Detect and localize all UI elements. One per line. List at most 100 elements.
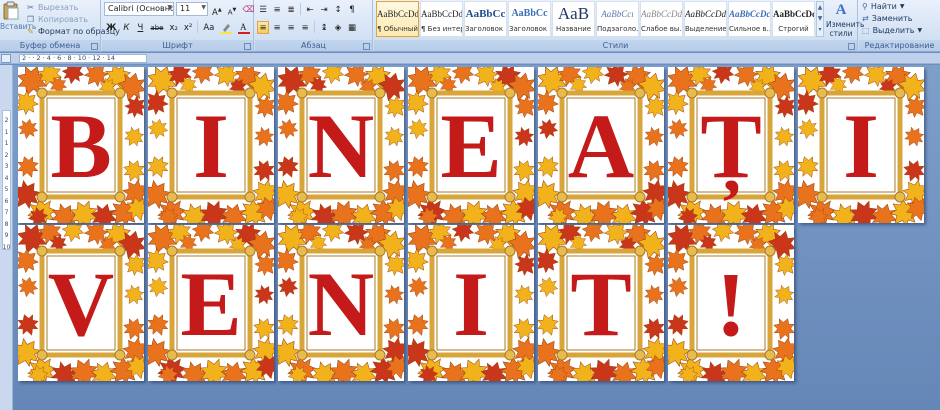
copy-button[interactable]: ❐ Копировать [26, 14, 88, 25]
letter-page[interactable]: T [538, 225, 664, 381]
frame-ornament [426, 87, 438, 99]
tab-selector[interactable] [1, 54, 11, 63]
horizontal-ruler[interactable]: 2 · · 2 · 4 · 6 · 8 · 10 · 12 · 14 [0, 53, 940, 64]
frame-ornament [634, 349, 646, 361]
paste-button[interactable]: Вставить [0, 0, 36, 40]
decrease-indent-icon[interactable]: ⇤ [304, 3, 316, 16]
style-tile[interactable]: AaBbCcDd Слабое вы... [640, 1, 683, 37]
select-button[interactable]: ⬚ Выделить ▼ [862, 26, 922, 35]
ruler-number: 5 [4, 186, 9, 193]
line-spacing-icon[interactable]: ↨ [318, 21, 330, 34]
font-size-combo[interactable]: 11 ▼ [176, 2, 208, 16]
frame-ornament [764, 349, 776, 361]
replace-button[interactable]: ⇄ Заменить [862, 14, 913, 23]
letter-page[interactable]: B [18, 67, 144, 223]
cut-button[interactable]: ✂ Вырезать [26, 2, 78, 13]
style-preview: AaB [557, 4, 590, 23]
select-icon: ⬚ [862, 26, 870, 35]
show-marks-button[interactable]: ¶ [346, 3, 358, 16]
styles-gallery-scroll[interactable]: ▲ ▼ ▾ [816, 1, 824, 37]
style-tile[interactable]: AaB Название [552, 1, 595, 37]
align-right-icon[interactable]: ≡ [285, 21, 297, 34]
increase-indent-icon[interactable]: ⇥ [318, 3, 330, 16]
frame-ornament [114, 349, 126, 361]
change-styles-button[interactable]: A Изменить стили [826, 2, 864, 38]
styles-group-label: Стили [374, 40, 857, 51]
font-family-combo[interactable]: Calibri (Основной тек ▼ [104, 2, 174, 16]
style-name: Заголовок 2 [509, 25, 551, 33]
style-tile[interactable]: AaBbCcDc Сильное в... [728, 1, 771, 37]
justify-icon[interactable]: ≡ [299, 21, 311, 34]
letter-page[interactable]: Ț [668, 67, 794, 223]
underline-button[interactable]: Ч [134, 21, 146, 34]
letter-page[interactable]: N [278, 225, 404, 381]
shading-icon[interactable]: ◈ [332, 21, 344, 34]
strikethrough-button[interactable]: abe [148, 21, 165, 34]
ruler-number: 7 [4, 209, 9, 216]
style-tile[interactable]: AaBbCcı Подзаголо... [596, 1, 639, 37]
style-preview: AaBbCcDd [421, 9, 463, 19]
multilevel-list-icon[interactable]: ≣ [285, 3, 297, 16]
font-color-button[interactable]: A [236, 21, 252, 34]
sort-icon[interactable]: ↕ [332, 3, 344, 16]
clear-format-icon[interactable]: ⌫ [240, 3, 256, 16]
style-tile[interactable]: AaBbCcDd ¶ Обычный [376, 1, 419, 37]
style-name: ¶ Без интер... [421, 25, 462, 33]
letter-page[interactable]: A [538, 67, 664, 223]
style-preview: AaBbCcDd [685, 9, 726, 19]
align-center-icon[interactable]: ≡ [271, 21, 283, 34]
italic-button[interactable]: К [120, 21, 132, 34]
frame-ornament [296, 245, 308, 257]
styles-dialog-launcher[interactable] [848, 43, 855, 50]
letter-page[interactable]: I [148, 67, 274, 223]
page-letter: E [180, 253, 242, 355]
align-left-icon[interactable]: ≡ [257, 20, 269, 34]
style-tile[interactable]: AaBbCcDd ¶ Без интер... [420, 1, 463, 37]
style-tile[interactable]: AaBbCcDd Выделение [684, 1, 727, 37]
letter-page[interactable]: V [18, 225, 144, 381]
scissors-icon: ✂ [27, 3, 34, 12]
frame-ornament [374, 191, 386, 203]
font-dialog-launcher[interactable] [244, 43, 251, 50]
shrink-font-button[interactable]: A▼ [226, 3, 239, 16]
letter-page[interactable]: I [408, 225, 534, 381]
frame-ornament [166, 245, 178, 257]
ruler-number: 8 [4, 220, 9, 228]
letter-page[interactable]: N [278, 67, 404, 223]
paragraph-dialog-launcher[interactable] [363, 43, 370, 50]
frame-ornament [244, 349, 256, 361]
frame-ornament [686, 349, 698, 361]
page-letter: N [307, 253, 375, 355]
letter-page[interactable]: E [408, 67, 534, 223]
superscript-button[interactable]: x² [182, 21, 194, 34]
bold-button[interactable]: Ж [104, 21, 118, 34]
vertical-ruler-numbers: 2 1 1 2 3 4 5 6 7 8 9 10 [2, 115, 11, 253]
find-button[interactable]: ⚲ Найти ▼ [862, 2, 904, 11]
frame-ornament [374, 87, 386, 99]
frame-ornament [244, 87, 256, 99]
bullets-icon[interactable]: ☰ [257, 3, 269, 16]
highlight-button[interactable] [218, 21, 234, 34]
chevron-down-icon: ▼ [917, 27, 923, 34]
borders-icon[interactable]: ▦ [346, 21, 358, 34]
page-letter: Ț [700, 95, 762, 197]
letter-page[interactable]: E [148, 225, 274, 381]
ruler-number: 6 [4, 197, 9, 205]
frame-ornament [686, 191, 698, 203]
document-canvas[interactable]: B I N E A Ț I V E N I T! [13, 65, 940, 410]
clipboard-dialog-launcher[interactable] [91, 43, 98, 50]
letter-page[interactable]: I [798, 67, 924, 223]
style-tile[interactable]: AaBbCc Заголовок 2 [508, 1, 551, 37]
frame-ornament [426, 349, 438, 361]
frame-ornament [816, 191, 828, 203]
numbering-icon[interactable]: ≡ [271, 3, 283, 16]
grow-font-button[interactable]: A▲ [210, 3, 224, 18]
vertical-ruler[interactable]: 2 1 1 2 3 4 5 6 7 8 9 10 [0, 65, 13, 410]
ruler-number: 2 [4, 151, 9, 159]
letter-page[interactable]: ! [668, 225, 794, 381]
change-case-button[interactable]: Aa [201, 21, 216, 34]
style-tile[interactable]: AaBbCc Заголовок 1 [464, 1, 507, 37]
style-tile[interactable]: AaBbCcDc Строгий [772, 1, 815, 37]
frame-ornament [894, 87, 906, 99]
subscript-button[interactable]: x₂ [167, 21, 179, 34]
